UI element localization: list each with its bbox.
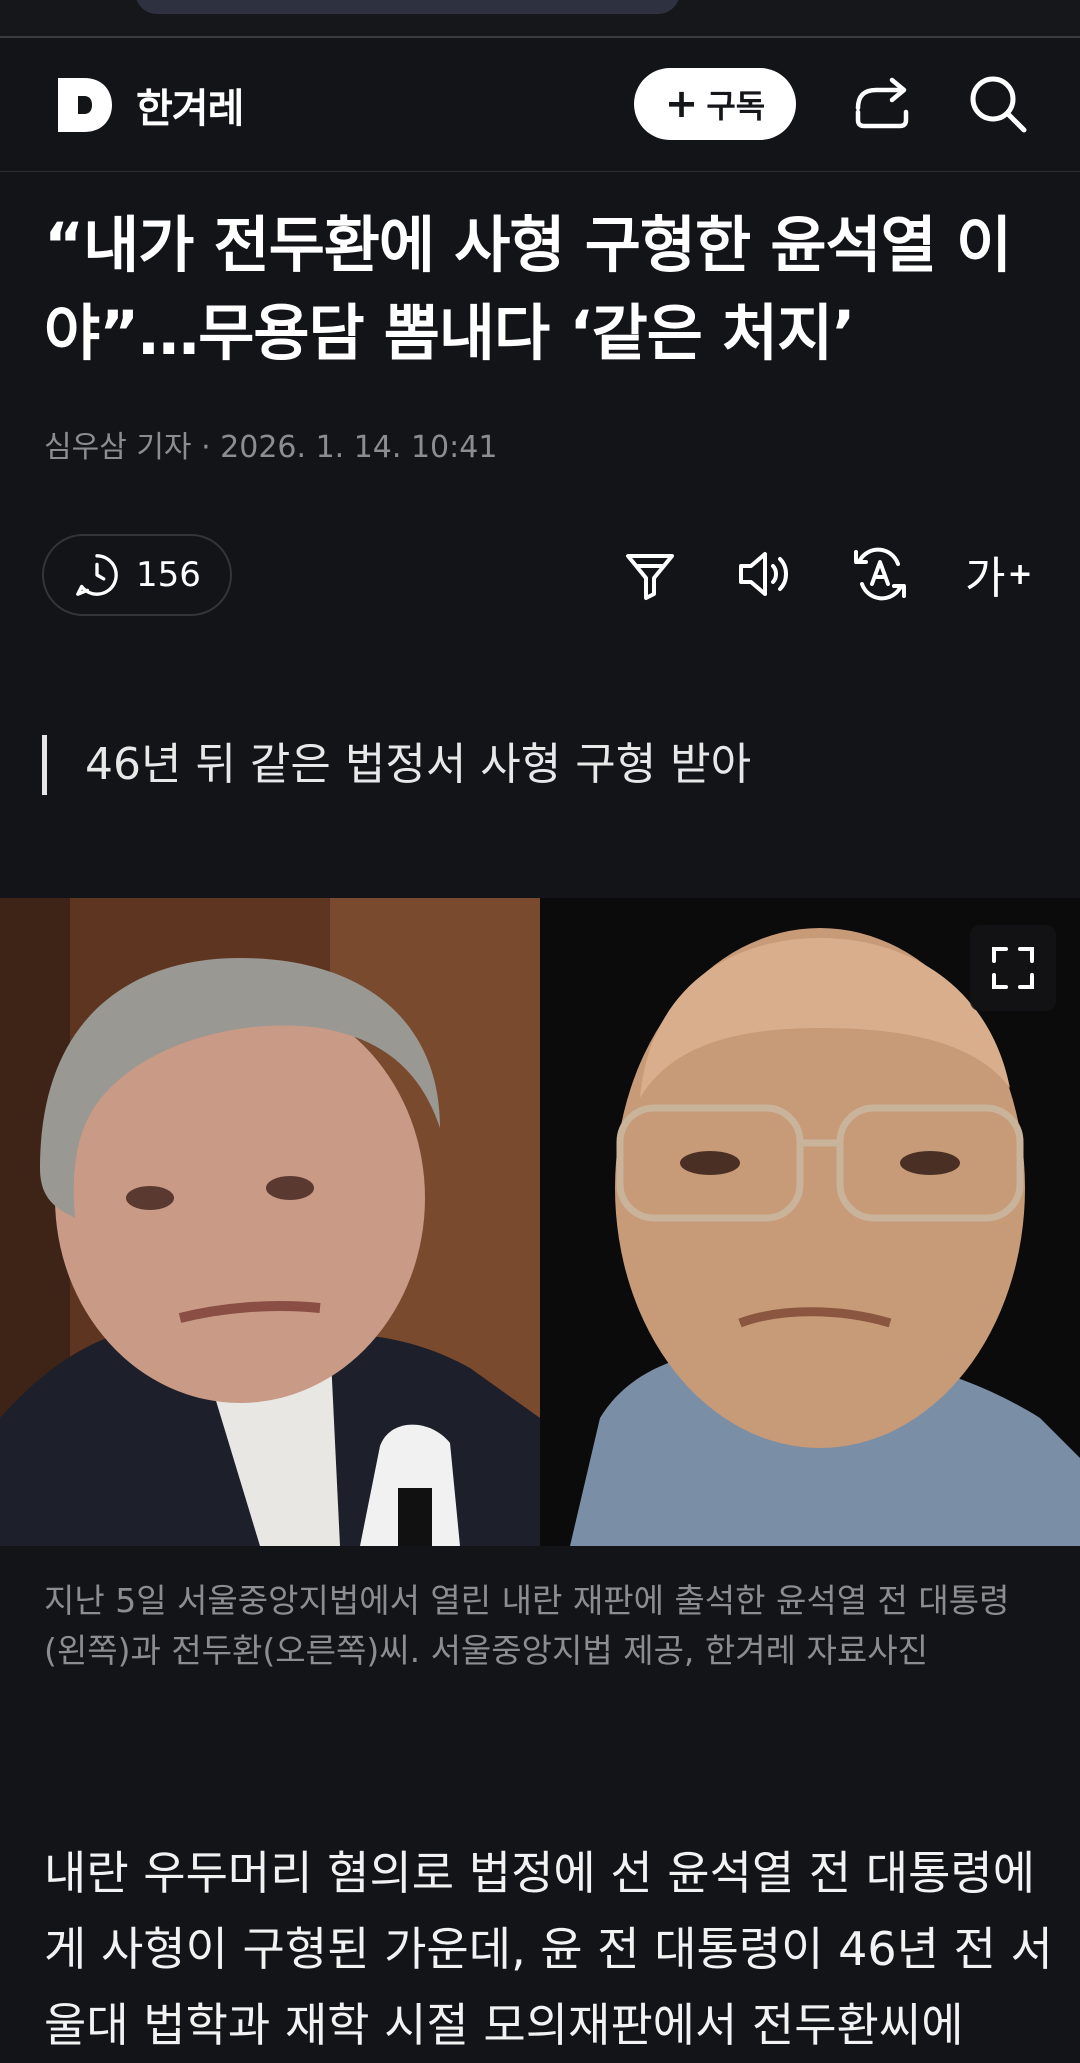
fullscreen-icon	[992, 947, 1034, 989]
photo-caption: 지난 5일 서울중앙지법에서 열린 내란 재판에 출석한 윤석열 전 대통령(왼…	[44, 1581, 1010, 1670]
logo-text: 한겨레	[136, 86, 244, 132]
top-handle	[135, 0, 680, 14]
font-size-button[interactable]: 가 +	[965, 544, 1033, 604]
comment-counter[interactable]: 156	[42, 534, 232, 616]
font-size-plus: +	[1007, 556, 1033, 592]
article-byline: 심우삼 기자 · 2026. 1. 14. 10:41	[44, 430, 498, 465]
filter-icon[interactable]	[620, 544, 680, 604]
logo[interactable]: 한겨레	[54, 74, 244, 136]
font-size-label: 가	[965, 553, 1006, 604]
article-toolbar: 156 가 +	[0, 530, 1080, 620]
subscribe-button[interactable]: + 구독	[634, 68, 796, 140]
search-icon[interactable]	[966, 72, 1030, 136]
share-icon[interactable]	[850, 72, 914, 136]
article-title: “내가 전두환에 사형 구형한 윤석열 이야”…무용담 뽐내다 ‘같은 처지’	[44, 210, 1012, 369]
left-portrait-illustration	[0, 898, 540, 1546]
subscribe-label: 구독	[706, 87, 766, 125]
photo-left-portrait	[0, 898, 540, 1546]
article-body: 내란 우두머리 혐의로 법정에 선 윤석열 전 대통령에게 사형이 구형된 가운…	[44, 1846, 1053, 2052]
logo-mark-icon	[58, 78, 112, 132]
comment-count: 156	[136, 555, 201, 595]
expand-photo-button[interactable]	[970, 925, 1056, 1011]
article-subheading: 46년 뒤 같은 법정서 사형 구형 받아	[42, 735, 751, 795]
app-header: 한겨레 + 구독	[0, 40, 1080, 172]
article-photo	[0, 898, 1080, 1546]
plus-icon: +	[664, 81, 699, 127]
status-bar	[0, 0, 1080, 38]
comment-clock-icon	[76, 554, 118, 596]
speaker-icon[interactable]	[735, 544, 795, 604]
translate-icon[interactable]	[850, 544, 910, 604]
